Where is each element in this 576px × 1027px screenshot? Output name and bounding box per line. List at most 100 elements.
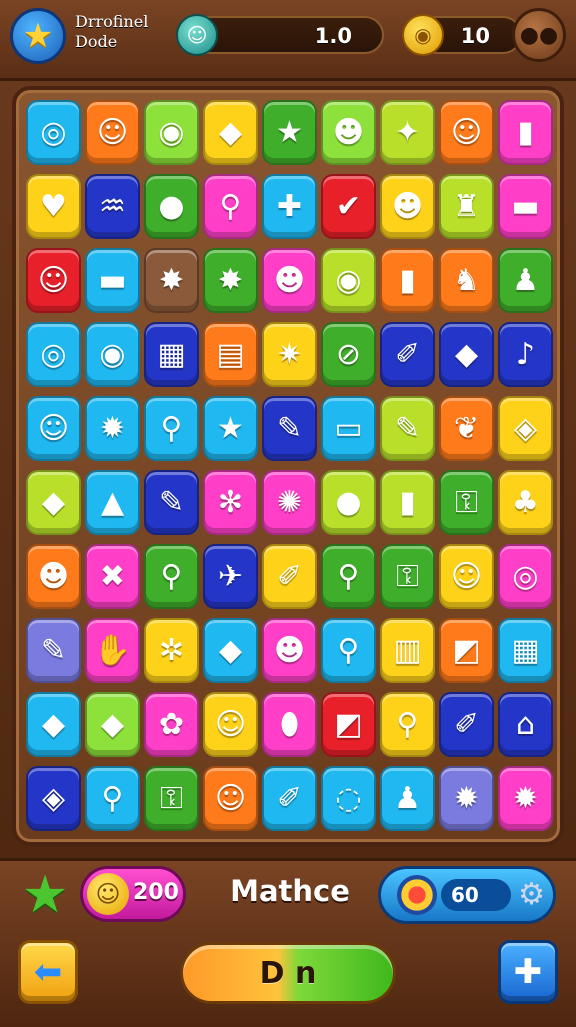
game-tile[interactable]: ◈ <box>498 396 553 461</box>
game-tile[interactable]: ★ <box>262 100 317 165</box>
game-tile[interactable]: ✹ <box>498 766 553 831</box>
game-tile[interactable]: ● <box>144 174 199 239</box>
game-tile[interactable]: ▬ <box>498 174 553 239</box>
game-tile[interactable]: ◉ <box>321 248 376 313</box>
game-tile[interactable]: ◎ <box>498 544 553 609</box>
game-tile[interactable]: ✎ <box>380 396 435 461</box>
game-tile[interactable]: ✷ <box>262 322 317 387</box>
game-tile[interactable]: ✐ <box>380 322 435 387</box>
tile-icon: ⚲ <box>396 707 419 742</box>
game-tile[interactable]: ☻ <box>262 618 317 683</box>
game-tile[interactable]: ✹ <box>85 396 140 461</box>
game-tile[interactable]: ⚿ <box>144 766 199 831</box>
tile-icon: ▬ <box>511 189 540 224</box>
game-tile[interactable]: ✺ <box>262 470 317 535</box>
gear-icon[interactable]: ⚙ <box>518 877 545 913</box>
game-tile[interactable]: ✻ <box>203 470 258 535</box>
game-tile[interactable]: ◆ <box>26 470 81 535</box>
game-tile[interactable]: ▬ <box>85 248 140 313</box>
game-tile[interactable]: ✹ <box>439 766 494 831</box>
game-tile[interactable]: ♟ <box>498 248 553 313</box>
game-tile[interactable]: ✸ <box>203 248 258 313</box>
game-tile[interactable]: ⚿ <box>439 470 494 535</box>
game-tile[interactable]: ☻ <box>26 544 81 609</box>
add-button[interactable]: ✚ <box>498 940 558 1004</box>
game-tile[interactable]: ☺ <box>203 692 258 757</box>
game-tile[interactable]: ★ <box>203 396 258 461</box>
game-tile[interactable]: ✖ <box>85 544 140 609</box>
game-tile[interactable]: ♣ <box>498 470 553 535</box>
game-tile[interactable]: ⚲ <box>85 766 140 831</box>
game-tile[interactable]: ▭ <box>321 396 376 461</box>
game-tile[interactable]: ◆ <box>85 692 140 757</box>
game-tile[interactable]: ✸ <box>144 248 199 313</box>
game-tile[interactable]: ♞ <box>439 248 494 313</box>
game-tile[interactable]: ⊘ <box>321 322 376 387</box>
game-tile[interactable]: ⚲ <box>321 618 376 683</box>
game-tile[interactable]: ▥ <box>380 618 435 683</box>
game-tile[interactable]: ▮ <box>498 100 553 165</box>
game-tile[interactable]: ▲ <box>85 470 140 535</box>
star-icon[interactable]: ★ <box>10 8 66 64</box>
game-tile[interactable]: ☺ <box>439 100 494 165</box>
game-tile[interactable]: ▮ <box>380 470 435 535</box>
game-tile[interactable]: ◆ <box>203 100 258 165</box>
game-tile[interactable]: ✐ <box>262 544 317 609</box>
game-tile[interactable]: ▦ <box>144 322 199 387</box>
game-tile[interactable]: ☻ <box>380 174 435 239</box>
menu-button[interactable]: ●● <box>512 8 566 62</box>
game-tile[interactable]: ◩ <box>321 692 376 757</box>
game-tile[interactable]: ⌂ <box>498 692 553 757</box>
back-button[interactable]: ⬅ <box>18 940 78 1004</box>
game-tile[interactable]: ♒ <box>85 174 140 239</box>
game-tile[interactable]: ♥ <box>26 174 81 239</box>
game-tile[interactable]: ◆ <box>439 322 494 387</box>
game-tile[interactable]: ☺ <box>26 396 81 461</box>
game-tile[interactable]: ☻ <box>262 248 317 313</box>
game-tile[interactable]: ⚿ <box>380 544 435 609</box>
game-tile[interactable]: ✦ <box>380 100 435 165</box>
game-tile[interactable]: ✋ <box>85 618 140 683</box>
game-tile[interactable]: ❦ <box>439 396 494 461</box>
game-tile[interactable]: ☺ <box>439 544 494 609</box>
game-tile[interactable]: ✲ <box>144 618 199 683</box>
game-tile[interactable]: ✎ <box>144 470 199 535</box>
game-tile[interactable]: ● <box>321 470 376 535</box>
game-tile[interactable]: ◌ <box>321 766 376 831</box>
game-tile[interactable]: ♟ <box>380 766 435 831</box>
game-tile[interactable]: ✿ <box>144 692 199 757</box>
game-tile[interactable]: ✐ <box>262 766 317 831</box>
game-tile[interactable]: ◎ <box>26 100 81 165</box>
game-tile[interactable]: ✚ <box>262 174 317 239</box>
game-tile[interactable]: ◆ <box>26 692 81 757</box>
game-tile[interactable]: ✐ <box>439 692 494 757</box>
game-tile[interactable]: ✔ <box>321 174 376 239</box>
game-tile[interactable]: ▮ <box>380 248 435 313</box>
game-tile[interactable]: ✎ <box>26 618 81 683</box>
game-tile[interactable]: ⬮ <box>262 692 317 757</box>
game-tile[interactable]: ▤ <box>203 322 258 387</box>
game-tile[interactable]: ⚲ <box>203 174 258 239</box>
game-tile[interactable]: ◈ <box>26 766 81 831</box>
game-tile[interactable]: ◉ <box>85 322 140 387</box>
game-tile[interactable]: ⚲ <box>144 396 199 461</box>
game-tile[interactable]: ◩ <box>439 618 494 683</box>
game-tile[interactable]: ☺ <box>85 100 140 165</box>
tile-icon: ☺ <box>96 115 129 150</box>
game-tile[interactable]: ♪ <box>498 322 553 387</box>
game-tile[interactable]: ☺ <box>203 766 258 831</box>
game-tile[interactable]: ⚲ <box>321 544 376 609</box>
game-tile[interactable]: ◆ <box>203 618 258 683</box>
tile-icon: ☻ <box>273 633 306 668</box>
game-tile[interactable]: ☻ <box>321 100 376 165</box>
game-tile[interactable]: ⚲ <box>380 692 435 757</box>
game-tile[interactable]: ✎ <box>262 396 317 461</box>
game-tile[interactable]: ◎ <box>26 322 81 387</box>
game-tile[interactable]: ◉ <box>144 100 199 165</box>
game-tile[interactable]: ⚲ <box>144 544 199 609</box>
game-tile[interactable]: ✈ <box>203 544 258 609</box>
game-tile[interactable]: ♜ <box>439 174 494 239</box>
game-tile[interactable]: ☺ <box>26 248 81 313</box>
game-tile[interactable]: ▦ <box>498 618 553 683</box>
go-button[interactable]: D n <box>180 942 396 1004</box>
